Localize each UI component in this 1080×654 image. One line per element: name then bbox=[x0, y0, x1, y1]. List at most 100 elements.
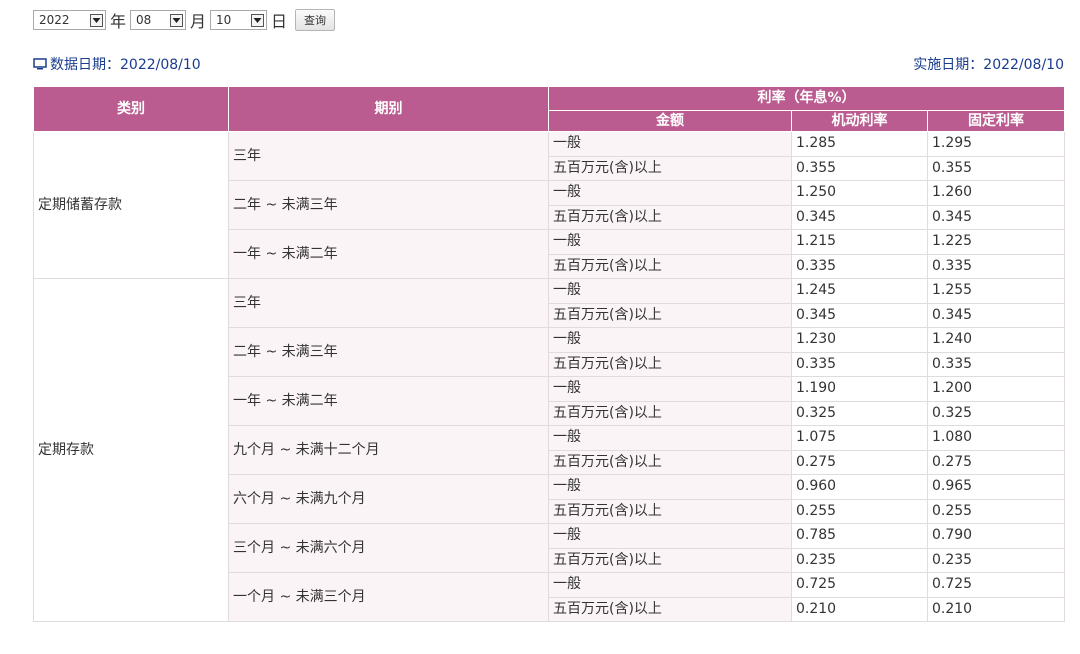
amount-cell: 五百万元(含)以上 bbox=[548, 449, 792, 475]
period-cell: 三年 bbox=[228, 131, 549, 181]
period-cell: 一年 ~ 未满二年 bbox=[228, 376, 549, 426]
floating-rate-cell: 0.335 bbox=[791, 351, 928, 377]
floating-rate-cell: 0.255 bbox=[791, 498, 928, 524]
fixed-rate-cell: 1.225 bbox=[926, 229, 1066, 255]
floating-rate-cell: 1.075 bbox=[791, 425, 928, 451]
effective-date-text: 实施日期：2022/08/10 bbox=[913, 57, 1064, 73]
floating-rate-cell: 0.345 bbox=[791, 204, 928, 230]
floating-rate-cell: 0.325 bbox=[791, 400, 928, 426]
fixed-rate-cell: 0.335 bbox=[926, 253, 1066, 279]
floating-rate-cell: 0.345 bbox=[791, 302, 928, 328]
fixed-rate-cell: 1.295 bbox=[926, 131, 1066, 157]
amount-cell: 一般 bbox=[548, 572, 792, 598]
fixed-rate-cell: 1.255 bbox=[926, 278, 1066, 304]
fixed-rate-cell: 0.345 bbox=[926, 204, 1066, 230]
query-button[interactable]: 查询 bbox=[295, 9, 336, 31]
day-select[interactable]: 10 bbox=[210, 10, 268, 30]
amount-cell: 一般 bbox=[548, 131, 792, 157]
floating-rate-cell: 0.335 bbox=[791, 253, 928, 279]
header-floating-rate: 机动利率 bbox=[791, 110, 928, 132]
table-row: 定期存款 三年 一般 1.245 1.255 bbox=[33, 278, 1066, 622]
fixed-rate-cell: 0.725 bbox=[926, 572, 1066, 598]
amount-cell: 五百万元(含)以上 bbox=[548, 498, 792, 524]
header-rate-group: 利率（年息%） bbox=[547, 86, 1066, 111]
floating-rate-cell: 0.275 bbox=[791, 449, 928, 475]
fixed-rate-cell: 0.790 bbox=[926, 523, 1066, 549]
month-unit-label: 月 bbox=[190, 12, 207, 31]
period-cell: 三个月 ~ 未满六个月 bbox=[228, 523, 549, 573]
fixed-rate-cell: 1.260 bbox=[926, 180, 1066, 206]
year-select-value: 2022 bbox=[39, 13, 70, 27]
day-select-value: 10 bbox=[216, 13, 232, 27]
fixed-rate-cell: 0.345 bbox=[926, 302, 1066, 328]
period-cell: 六个月 ~ 未满九个月 bbox=[228, 474, 549, 524]
header-category: 类别 bbox=[33, 86, 229, 132]
fixed-rate-cell: 1.240 bbox=[926, 327, 1066, 353]
floating-rate-cell: 0.235 bbox=[791, 547, 928, 573]
amount-cell: 五百万元(含)以上 bbox=[548, 302, 792, 328]
day-unit-label: 日 bbox=[271, 12, 288, 31]
interest-rate-table: 类别 期别 利率（年息%） 金额 机动利率 固定利率 定期储蓄存款 三年 一般 … bbox=[33, 86, 1066, 622]
header-amount: 金额 bbox=[548, 110, 792, 132]
floating-rate-cell: 1.245 bbox=[791, 278, 928, 304]
chevron-down-icon[interactable] bbox=[170, 13, 184, 27]
fixed-rate-cell: 0.275 bbox=[926, 449, 1066, 475]
chevron-down-icon[interactable] bbox=[251, 13, 265, 27]
month-select-value: 08 bbox=[136, 13, 152, 27]
amount-cell: 五百万元(含)以上 bbox=[548, 400, 792, 426]
amount-cell: 五百万元(含)以上 bbox=[548, 596, 792, 622]
fixed-rate-cell: 0.325 bbox=[926, 400, 1066, 426]
floating-rate-cell: 0.960 bbox=[791, 474, 928, 500]
amount-cell: 一般 bbox=[548, 474, 792, 500]
floating-rate-cell: 1.250 bbox=[791, 180, 928, 206]
amount-cell: 五百万元(含)以上 bbox=[548, 351, 792, 377]
date-selector-bar: 2022 年 08 月 10 日 查询 bbox=[33, 8, 336, 32]
amount-cell: 五百万元(含)以上 bbox=[548, 547, 792, 573]
month-select[interactable]: 08 bbox=[130, 10, 187, 30]
fixed-rate-cell: 0.335 bbox=[926, 351, 1066, 377]
period-cell: 二年 ~ 未满三年 bbox=[228, 180, 549, 230]
floating-rate-cell: 0.785 bbox=[791, 523, 928, 549]
period-cell: 一年 ~ 未满二年 bbox=[228, 229, 549, 279]
amount-cell: 五百万元(含)以上 bbox=[548, 204, 792, 230]
period-cell: 一个月 ~ 未满三个月 bbox=[228, 572, 549, 622]
year-select[interactable]: 2022 bbox=[33, 10, 106, 30]
fixed-rate-cell: 0.210 bbox=[926, 596, 1066, 622]
amount-cell: 五百万元(含)以上 bbox=[548, 253, 792, 279]
header-fixed-rate: 固定利率 bbox=[926, 110, 1066, 132]
data-date: 数据日期：2022/08/10 bbox=[33, 54, 201, 74]
date-info-line: 数据日期：2022/08/10 实施日期：2022/08/10 bbox=[33, 54, 1064, 74]
amount-cell: 一般 bbox=[548, 523, 792, 549]
floating-rate-cell: 0.355 bbox=[791, 155, 928, 181]
amount-cell: 一般 bbox=[548, 229, 792, 255]
amount-cell: 五百万元(含)以上 bbox=[548, 155, 792, 181]
data-date-text: 数据日期：2022/08/10 bbox=[50, 57, 201, 73]
floating-rate-cell: 1.190 bbox=[791, 376, 928, 402]
header-period: 期别 bbox=[228, 86, 549, 132]
period-cell: 三年 bbox=[228, 278, 549, 328]
floating-rate-cell: 0.210 bbox=[791, 596, 928, 622]
monitor-icon bbox=[33, 58, 47, 70]
fixed-rate-cell: 0.255 bbox=[926, 498, 1066, 524]
fixed-rate-cell: 0.965 bbox=[926, 474, 1066, 500]
table-row: 定期储蓄存款 三年 一般 1.285 1.295 bbox=[33, 131, 1066, 279]
amount-cell: 一般 bbox=[548, 327, 792, 353]
amount-cell: 一般 bbox=[548, 180, 792, 206]
floating-rate-cell: 1.215 bbox=[791, 229, 928, 255]
floating-rate-cell: 1.285 bbox=[791, 131, 928, 157]
period-cell: 二年 ~ 未满三年 bbox=[228, 327, 549, 377]
amount-cell: 一般 bbox=[548, 425, 792, 451]
amount-cell: 一般 bbox=[548, 376, 792, 402]
floating-rate-cell: 1.230 bbox=[791, 327, 928, 353]
year-unit-label: 年 bbox=[110, 12, 127, 31]
chevron-down-icon[interactable] bbox=[90, 13, 103, 27]
fixed-rate-cell: 0.355 bbox=[926, 155, 1066, 181]
amount-cell: 一般 bbox=[548, 278, 792, 304]
floating-rate-cell: 0.725 bbox=[791, 572, 928, 598]
category-cell: 定期存款 bbox=[33, 278, 229, 622]
period-cell: 九个月 ~ 未满十二个月 bbox=[228, 425, 549, 475]
fixed-rate-cell: 1.200 bbox=[926, 376, 1066, 402]
fixed-rate-cell: 0.235 bbox=[926, 547, 1066, 573]
fixed-rate-cell: 1.080 bbox=[926, 425, 1066, 451]
category-cell: 定期储蓄存款 bbox=[33, 131, 229, 279]
